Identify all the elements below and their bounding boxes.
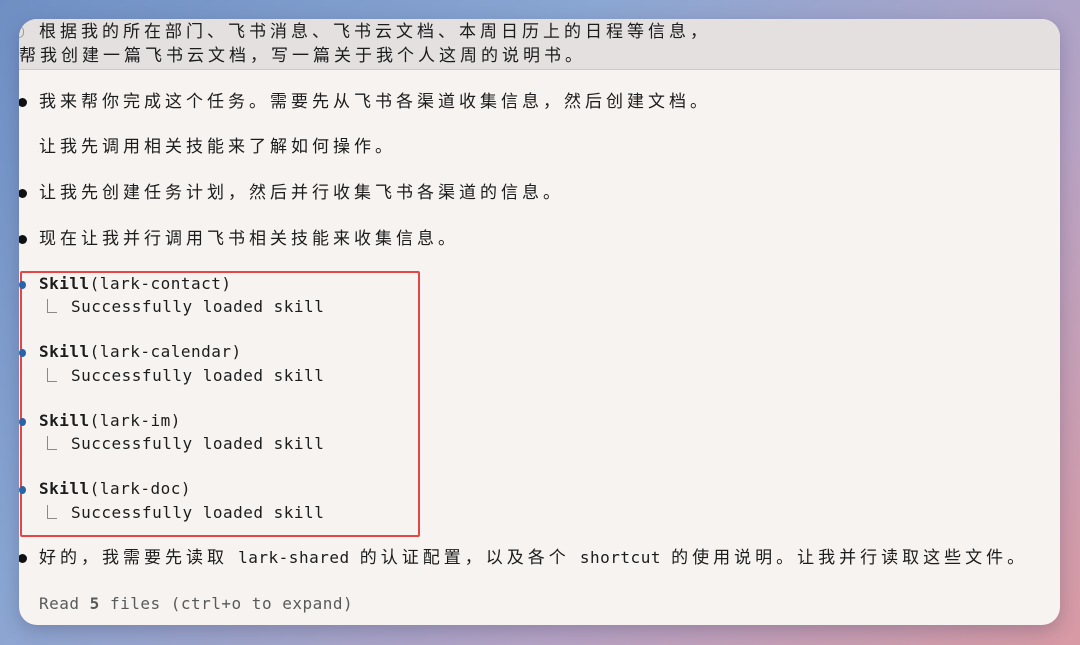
tool-call-header: Skill(lark-doc) bbox=[39, 478, 191, 500]
tree-branch-icon bbox=[47, 299, 57, 313]
final-text-part: 的使用说明。让我并行读取这些文件。 bbox=[671, 548, 1029, 568]
read-files-status[interactable]: Read 5 files (ctrl+o to expand) bbox=[39, 593, 353, 615]
final-text-part: 的认证配置，以及各个 bbox=[359, 548, 570, 568]
read-count: 5 bbox=[89, 594, 100, 613]
assistant-message: 让我先调用相关技能来了解如何操作。 bbox=[39, 137, 396, 157]
tool-call-header: Skill(lark-contact) bbox=[39, 273, 232, 295]
message-bullet-icon bbox=[19, 98, 27, 107]
tool-result: Successfully loaded skill bbox=[71, 434, 325, 453]
tool-arg: (lark-calendar) bbox=[89, 342, 242, 361]
tool-call-bullet-icon bbox=[19, 281, 26, 289]
inline-code: lark-shared bbox=[238, 548, 350, 567]
tool-arg: (lark-im) bbox=[89, 411, 181, 430]
tool-call-header: Skill(lark-calendar) bbox=[39, 341, 242, 363]
tree-branch-icon bbox=[47, 436, 57, 450]
tool-name: Skill bbox=[39, 411, 90, 430]
assistant-message: 让我先创建任务计划，然后并行收集飞书各渠道的信息。 bbox=[39, 183, 564, 203]
assistant-message: 现在让我并行调用飞书相关技能来收集信息。 bbox=[39, 229, 459, 249]
assistant-message-final: 好的，我需要先读取 lark-shared 的认证配置，以及各个 shortcu… bbox=[39, 547, 1028, 569]
tool-result: Successfully loaded skill bbox=[71, 366, 325, 385]
tool-arg: (lark-doc) bbox=[89, 479, 191, 498]
assistant-message: 我来帮你完成这个任务。需要先从飞书各渠道收集信息，然后创建文档。 bbox=[39, 92, 711, 112]
prompt-line-2: 帮我创建一篇飞书云文档，写一篇关于我个人这周的说明书。 bbox=[19, 46, 586, 66]
tree-branch-icon bbox=[47, 368, 57, 382]
tool-name: Skill bbox=[39, 479, 90, 498]
read-suffix: files (ctrl+o to expand) bbox=[99, 594, 354, 613]
prompt-line-1: 根据我的所在部门、飞书消息、飞书云文档、本周日历上的日程等信息， bbox=[39, 22, 711, 42]
tool-name: Skill bbox=[39, 274, 90, 293]
message-bullet-icon bbox=[19, 189, 27, 198]
tool-call-header: Skill(lark-im) bbox=[39, 410, 181, 432]
terminal-window: 根据我的所在部门、飞书消息、飞书云文档、本周日历上的日程等信息， 帮我创建一篇飞… bbox=[19, 19, 1060, 625]
message-bullet-icon bbox=[19, 235, 27, 244]
inline-code: shortcut bbox=[579, 548, 661, 567]
tool-result: Successfully loaded skill bbox=[71, 503, 325, 522]
tool-arg: (lark-contact) bbox=[89, 274, 232, 293]
prompt-caret-icon bbox=[19, 26, 24, 38]
tool-name: Skill bbox=[39, 342, 90, 361]
read-prefix: Read bbox=[39, 594, 90, 613]
message-bullet-icon bbox=[19, 554, 27, 563]
tool-call-bullet-icon bbox=[19, 349, 26, 357]
tree-branch-icon bbox=[47, 505, 57, 519]
tool-result: Successfully loaded skill bbox=[71, 297, 325, 316]
final-text-part: 好的，我需要先读取 bbox=[39, 548, 228, 568]
tool-call-bullet-icon bbox=[19, 486, 26, 494]
tool-call-bullet-icon bbox=[19, 418, 26, 426]
user-prompt-block: 根据我的所在部门、飞书消息、飞书云文档、本周日历上的日程等信息， 帮我创建一篇飞… bbox=[19, 19, 1060, 70]
